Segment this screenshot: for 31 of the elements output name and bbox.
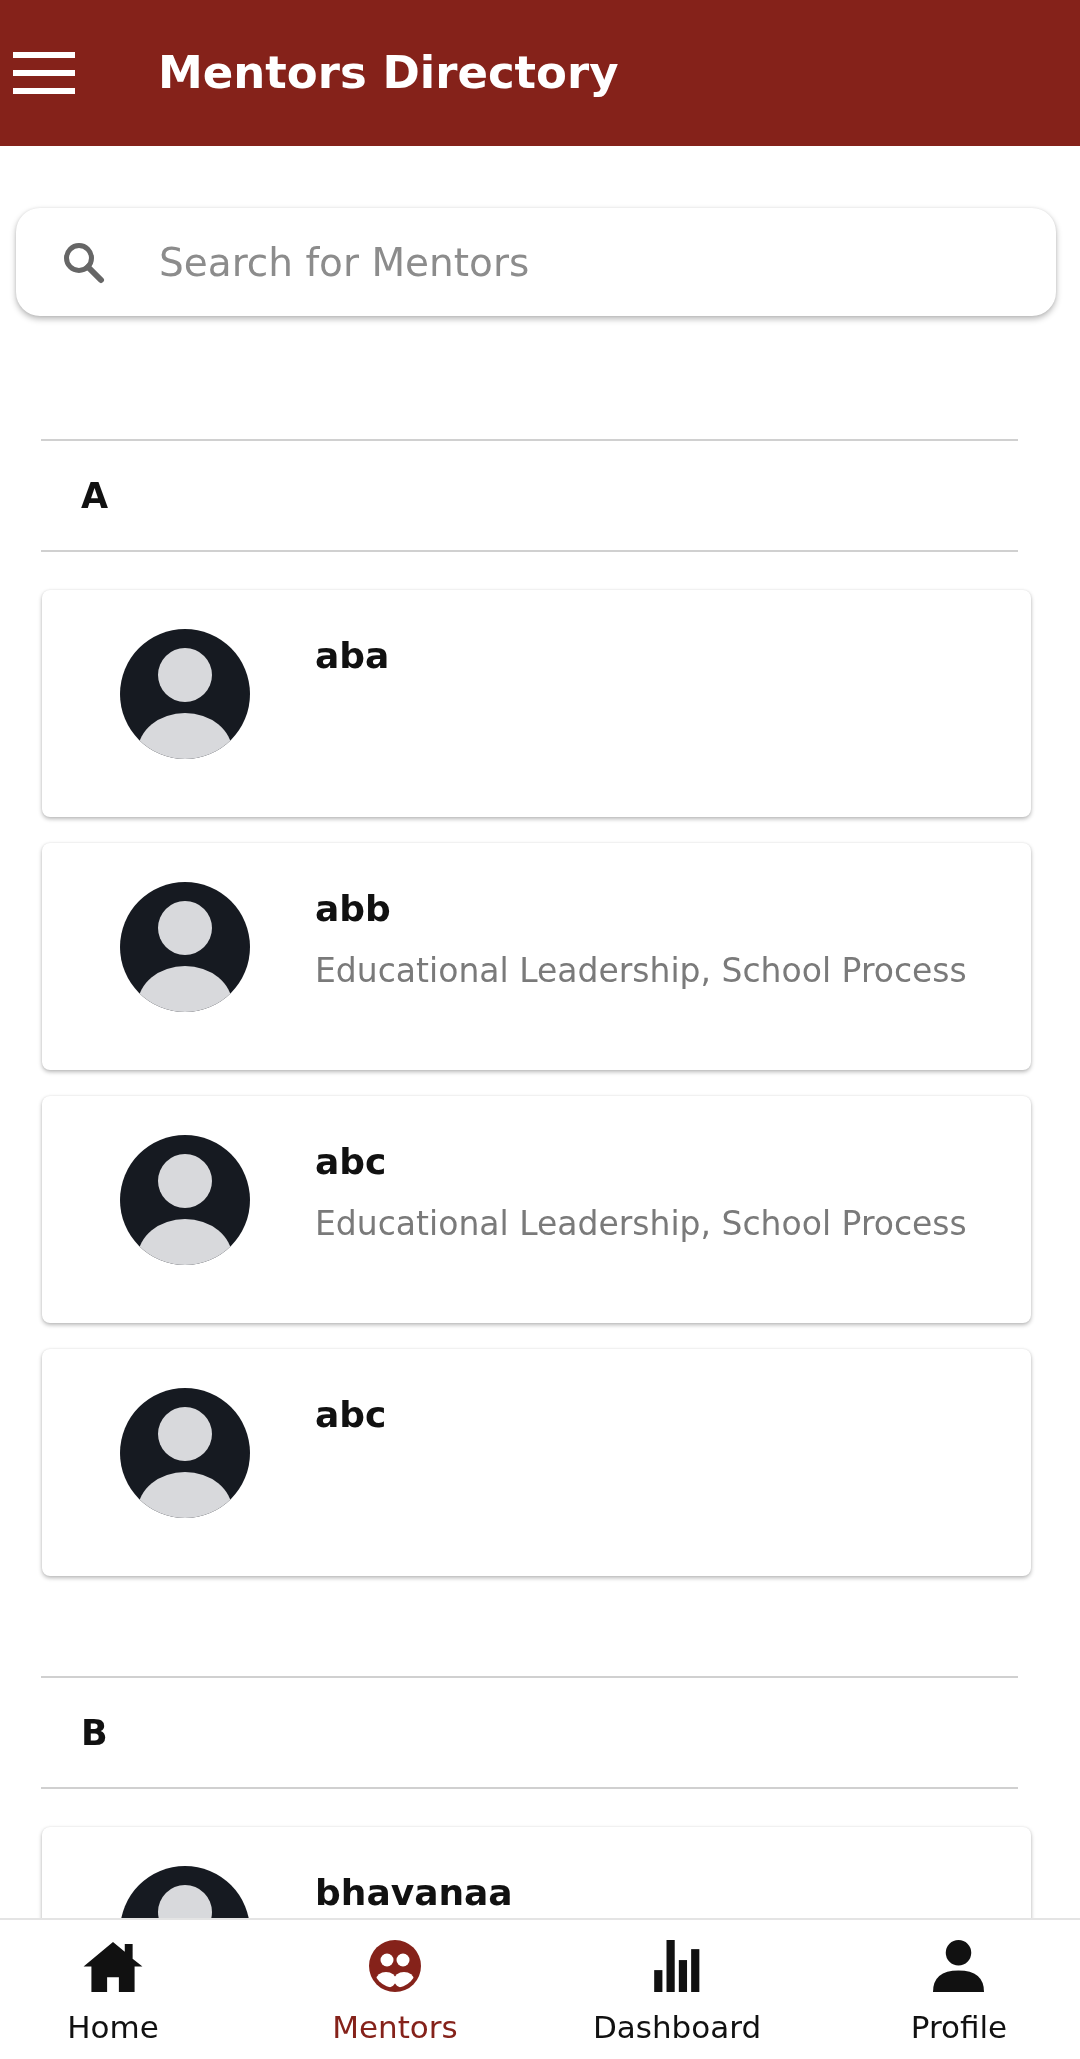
nav-tab[interactable]: Profile (910, 1920, 1008, 2046)
group-icon (369, 1940, 421, 1992)
nav-tab[interactable]: Dashboard (592, 1920, 762, 2046)
mentor-expertise: Educational Leadership, School Process (315, 950, 967, 992)
mentor-name: abc (315, 1393, 387, 1437)
mentor-name: abb (315, 887, 391, 931)
nav-tab[interactable]: Home (67, 1920, 159, 2046)
page-title: Mentors Directory (158, 45, 619, 101)
menu-button[interactable] (13, 52, 75, 94)
mentor-expertise: Educational Leadership, School Process (315, 1203, 967, 1245)
mentor-card[interactable]: abc Educational Leadership, School Process (42, 1096, 1031, 1323)
mentor-card[interactable]: aba (42, 590, 1031, 817)
avatar-icon (120, 882, 250, 1012)
avatar-icon (120, 1388, 250, 1518)
mentor-name: abc (315, 1140, 387, 1184)
home-icon (83, 1940, 143, 1992)
mentor-name: aba (315, 634, 390, 678)
nav-tab[interactable]: Mentors (332, 1920, 458, 2046)
person-icon (933, 1940, 985, 1992)
menu-icon (13, 52, 75, 94)
search-icon (62, 240, 105, 284)
avatar-icon (120, 1135, 250, 1265)
section-letter: B (81, 1711, 108, 1755)
mentor-card[interactable]: abb Educational Leadership, School Process (42, 843, 1031, 1070)
section-letter: A (81, 474, 109, 518)
mentor-name: bhavanaa (315, 1871, 513, 1915)
bar-chart-icon (654, 1940, 700, 1992)
mentor-card[interactable]: bhavanaa (42, 1827, 1031, 1918)
search-input[interactable]: Search for Mentors (159, 234, 1026, 290)
avatar-icon (120, 629, 250, 759)
mentor-card[interactable]: abc (42, 1349, 1031, 1576)
